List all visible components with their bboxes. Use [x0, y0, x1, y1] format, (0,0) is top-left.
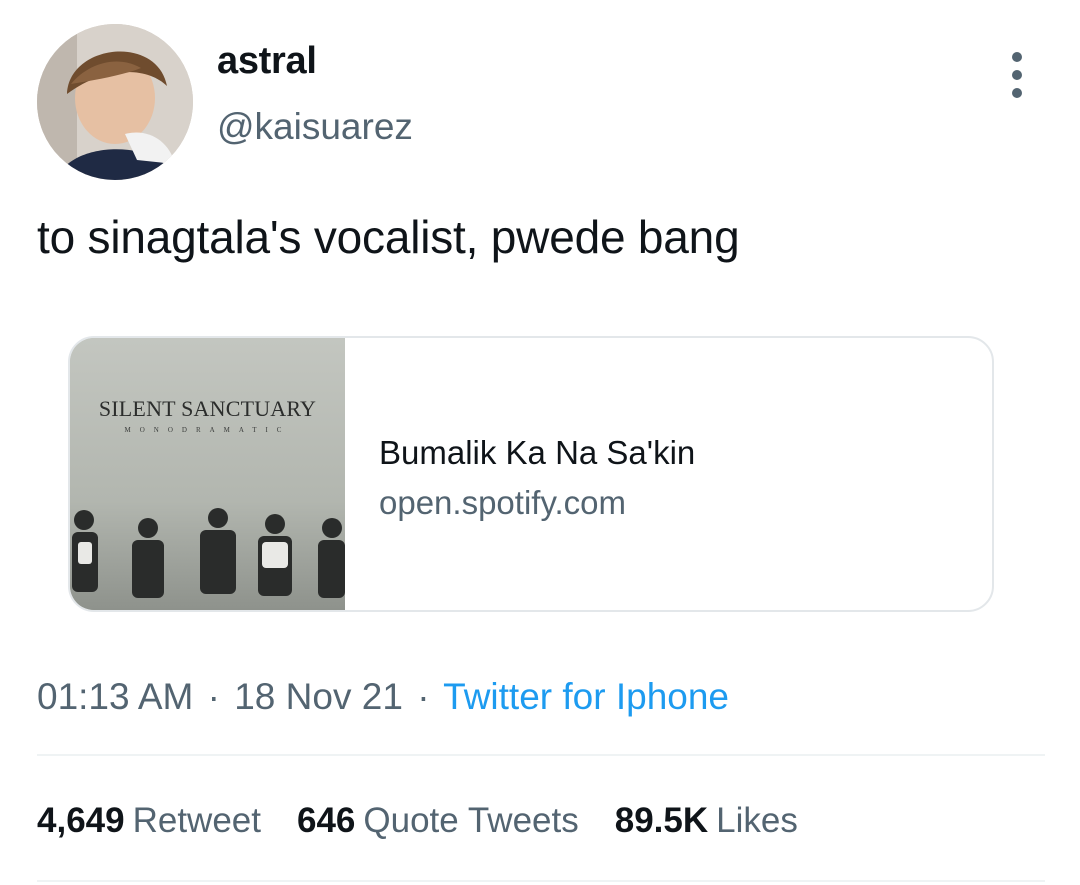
album-cover-image — [70, 338, 345, 610]
album-band-text: SILENT SANCTUARY — [98, 396, 317, 421]
avatar[interactable] — [37, 24, 193, 180]
tweet-stats: 4,649 Retweet 646 Quote Tweets 89.5K Likes — [37, 801, 834, 841]
more-dot — [1012, 52, 1022, 62]
likes-label: Likes — [716, 801, 798, 840]
card-domain: open.spotify.com — [379, 484, 627, 521]
tweet-time[interactable]: 01:13 AM — [37, 676, 193, 717]
display-name[interactable]: astral — [217, 40, 317, 83]
user-handle[interactable]: @kaisuarez — [217, 106, 413, 148]
more-vertical-icon[interactable] — [1000, 52, 1034, 98]
meta-separator: · — [417, 676, 430, 717]
tweet-source-link[interactable]: Twitter for Iphone — [443, 676, 729, 717]
link-card[interactable]: SILENT SANCTUARY MONODRAMATIC Bumalik Ka… — [68, 336, 994, 612]
likes-stat[interactable]: 89.5K Likes — [615, 801, 798, 841]
tweet-date[interactable]: 18 Nov 21 — [234, 676, 403, 717]
quote-tweets-label: Quote Tweets — [363, 801, 579, 840]
divider — [37, 880, 1045, 882]
tweet-meta: 01:13 AM · 18 Nov 21 · Twitter for Iphon… — [37, 676, 729, 718]
avatar-image — [37, 24, 193, 180]
more-dot — [1012, 70, 1022, 80]
tweet-text: to sinagtala's vocalist, pwede bang — [37, 211, 740, 263]
card-thumbnail: SILENT SANCTUARY MONODRAMATIC — [70, 338, 345, 610]
retweets-stat[interactable]: 4,649 Retweet — [37, 801, 261, 841]
more-dot — [1012, 88, 1022, 98]
likes-count: 89.5K — [614, 801, 709, 840]
tweet: astral @kaisuarez to sinagtala's vocalis… — [0, 0, 1080, 885]
meta-separator: · — [207, 676, 220, 717]
album-title-text: MONODRAMATIC — [124, 426, 291, 434]
retweets-count: 4,649 — [37, 801, 125, 840]
card-title: Bumalik Ka Na Sa'kin — [379, 434, 696, 471]
quote-tweets-count: 646 — [297, 801, 356, 840]
quote-tweets-stat[interactable]: 646 Quote Tweets — [297, 801, 579, 841]
retweets-label: Retweet — [132, 801, 261, 840]
divider — [37, 754, 1045, 756]
